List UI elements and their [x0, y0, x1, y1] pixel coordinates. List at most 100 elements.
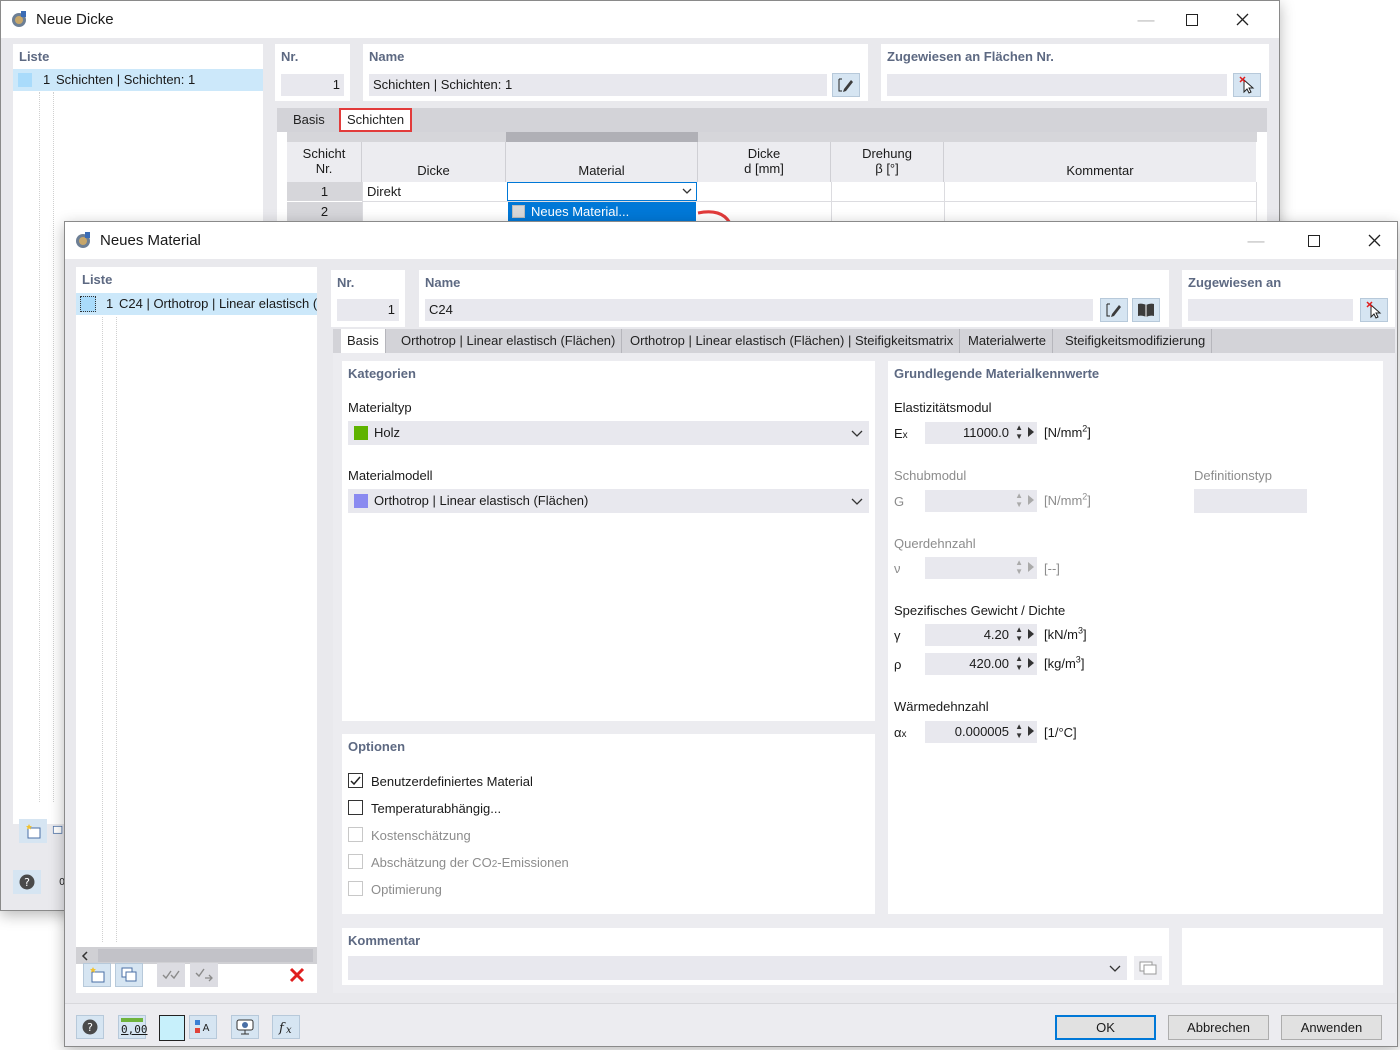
option-label: Temperaturabhängig...	[371, 801, 502, 816]
spin-arrows-icon[interactable]: ▲ ▼	[1015, 654, 1023, 672]
col-header-comment: Kommentar	[944, 142, 1256, 182]
new-material-option-label: Neues Material...	[531, 204, 630, 219]
tab-basis[interactable]: Basis	[341, 329, 386, 353]
color-display-icon[interactable]	[159, 1015, 185, 1041]
comment-input[interactable]	[348, 956, 1127, 980]
front-name-field[interactable]: C24	[425, 299, 1093, 321]
row-line	[362, 201, 1256, 202]
back-list-item-number: 1	[43, 72, 51, 87]
row2-dicke[interactable]	[367, 202, 506, 221]
checkbox[interactable]	[348, 800, 363, 815]
back-name-field[interactable]: Schichten | Schichten: 1	[369, 74, 827, 96]
back-assigned-panel: Zugewiesen an Flächen Nr.	[881, 44, 1269, 101]
pick-surface-icon[interactable]	[1233, 73, 1261, 97]
pick-object-icon[interactable]	[1360, 298, 1388, 322]
back-tabbar	[277, 108, 1267, 132]
close-icon[interactable]	[1219, 1, 1265, 38]
material-type-select[interactable]: Holz	[348, 421, 869, 445]
tab-stiffness-matrix[interactable]: Orthotrop | Linear elastisch (Flächen) |…	[624, 329, 961, 353]
categories-panel: Kategorien Materialtyp Holz Materialmode…	[342, 361, 875, 721]
elasticity-input[interactable]: 11000.0 ▲ ▼	[925, 422, 1037, 444]
maximize-icon[interactable]	[1169, 1, 1215, 38]
front-window-titlebar[interactable]: Neues Material —	[65, 222, 1397, 259]
back-list-item[interactable]: 1 Schichten | Schichten: 1	[13, 69, 263, 91]
back-tab-basis[interactable]: Basis	[287, 108, 331, 132]
spin-arrows-icon[interactable]: ▲ ▼	[1015, 722, 1023, 740]
cancel-button[interactable]: Abbrechen	[1168, 1015, 1269, 1040]
decimal-places-icon[interactable]: 0,00	[118, 1015, 148, 1039]
chevron-down-icon	[1109, 965, 1121, 972]
close-icon[interactable]	[1351, 222, 1397, 259]
tree-line	[39, 92, 40, 802]
back-tab-schichten[interactable]: Schichten	[339, 108, 413, 132]
expand-arrow-icon[interactable]	[1028, 726, 1034, 736]
front-assigned-field[interactable]	[1188, 299, 1353, 321]
thermal-input[interactable]: 0.000005 ▲ ▼	[925, 721, 1037, 743]
tab-stiffness-modification[interactable]: Steifigkeitsmodifizierung	[1059, 329, 1213, 353]
help-icon[interactable]: ?	[76, 1015, 104, 1039]
unit-end: ]	[1087, 493, 1091, 508]
function-icon[interactable]: fx	[272, 1015, 300, 1039]
copy-item-icon[interactable]	[51, 819, 65, 843]
delete-icon[interactable]	[283, 963, 311, 987]
front-list-item-number: 1	[106, 296, 114, 311]
minimize-icon[interactable]: —	[1123, 1, 1169, 38]
new-material-icon[interactable]	[83, 963, 111, 987]
ok-button[interactable]: OK	[1055, 1015, 1156, 1040]
comment-panel: Kommentar	[342, 928, 1169, 985]
option-co2-estimation: Abschätzung der CO2-Emissionen	[348, 853, 648, 871]
text-display-icon[interactable]: A	[189, 1015, 217, 1039]
spin-arrows-icon[interactable]: ▲ ▼	[1015, 423, 1023, 441]
front-nr-field[interactable]: 1	[337, 299, 399, 321]
unit-end: ]	[1087, 425, 1091, 440]
new-material-option[interactable]: Neues Material...	[508, 202, 696, 222]
edit-name-icon[interactable]	[832, 73, 860, 97]
check-all-icon[interactable]	[157, 963, 185, 987]
scrollbar-thumb[interactable]	[98, 949, 313, 962]
option-label-suffix: -Emissionen	[497, 855, 569, 870]
option-custom-material[interactable]: Benutzerdefiniertes Material	[348, 772, 648, 790]
back-nr-field[interactable]: 1	[281, 74, 344, 96]
rho-input[interactable]: 420.00 ▲ ▼	[925, 653, 1037, 675]
front-list-item[interactable]: 1 C24 | Orthotrop | Linear elastisch (Fl…	[76, 293, 317, 315]
row1-dicke[interactable]: Direkt	[367, 182, 506, 201]
list-horizontal-scrollbar[interactable]	[76, 947, 317, 964]
edit-name-icon[interactable]	[1100, 298, 1128, 322]
apply-button[interactable]: Anwenden	[1281, 1015, 1382, 1040]
spin-arrows-icon[interactable]: ▲ ▼	[1015, 625, 1023, 643]
material-library-icon[interactable]	[1132, 298, 1160, 322]
chevron-left-icon[interactable]	[81, 951, 89, 961]
option-label: Kostenschätzung	[371, 828, 471, 843]
row1-material-combo[interactable]	[507, 182, 697, 201]
gamma-input[interactable]: 4.20 ▲ ▼	[925, 624, 1037, 646]
tab-orthotropic[interactable]: Orthotrop | Linear elastisch (Flächen)	[395, 329, 623, 353]
option-temperature-dependent[interactable]: Temperaturabhängig...	[348, 799, 648, 817]
expand-arrow-icon[interactable]	[1028, 427, 1034, 437]
help-icon[interactable]: ?	[13, 870, 41, 894]
material-color-swatch	[80, 296, 96, 312]
back-window-titlebar[interactable]: Neue Dicke —	[1, 1, 1279, 38]
back-assigned-field[interactable]	[887, 74, 1227, 96]
unit-end: ]	[1082, 627, 1087, 642]
material-model-select[interactable]: Orthotrop | Linear elastisch (Flächen)	[348, 489, 869, 513]
elasticity-label: Elastizitätsmodul	[894, 400, 992, 415]
maximize-icon[interactable]	[1291, 222, 1337, 259]
unit-base: [kg/m	[1044, 656, 1076, 671]
checkbox-checked[interactable]	[348, 773, 363, 788]
comment-library-icon[interactable]	[1134, 956, 1162, 980]
row1-nr: 1	[287, 182, 362, 201]
table-top-strip	[287, 132, 1257, 142]
view-icon[interactable]	[231, 1015, 259, 1039]
expand-arrow-icon[interactable]	[1028, 629, 1034, 639]
tree-line	[53, 92, 54, 802]
material-type-value: Holz	[374, 425, 401, 440]
tab-material-values[interactable]: Materialwerte	[962, 329, 1054, 353]
front-list-panel: Liste 1 C24 | Orthotrop | Linear elastis…	[76, 267, 317, 993]
copy-material-icon[interactable]	[115, 963, 143, 987]
new-item-icon[interactable]	[19, 819, 47, 843]
col-header-thickness-line2: d [mm]	[744, 161, 784, 176]
swap-check-icon[interactable]	[190, 963, 218, 987]
front-window-client: Liste 1 C24 | Orthotrop | Linear elastis…	[65, 259, 1397, 1046]
expand-arrow-icon[interactable]	[1028, 658, 1034, 668]
minimize-icon[interactable]: —	[1233, 222, 1279, 259]
